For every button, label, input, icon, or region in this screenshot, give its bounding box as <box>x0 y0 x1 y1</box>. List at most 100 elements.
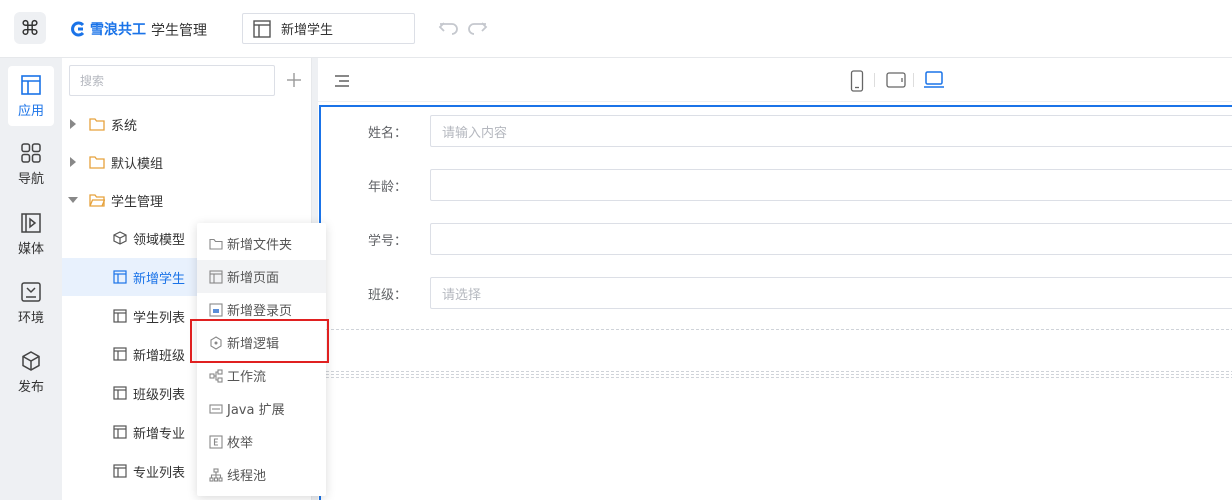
menu-item-new-folder[interactable]: 新增文件夹 <box>197 227 326 260</box>
name-input[interactable]: 请输入内容 <box>430 115 1232 147</box>
tablet-device-icon[interactable] <box>886 72 906 88</box>
redo-icon[interactable] <box>466 19 488 37</box>
app-layout-icon <box>21 74 41 95</box>
form-divider <box>321 371 1232 372</box>
field-label: 姓名： <box>367 125 407 141</box>
field-label: 班级： <box>367 287 407 303</box>
desktop-device-icon[interactable] <box>923 71 945 89</box>
rail-label: 导航 <box>17 171 44 187</box>
outline-menu-icon[interactable] <box>334 74 350 88</box>
page-icon <box>113 270 127 284</box>
menu-item-label: 新增页面 <box>227 271 280 286</box>
page-icon <box>113 386 127 400</box>
menu-item-label: 新增文件夹 <box>227 238 293 253</box>
page-tab-label: 新增学生 <box>281 23 334 38</box>
form-container[interactable]: 姓名： 请输入内容 年龄： 学号： 班级： 请选择 <box>319 105 1232 500</box>
menu-item-label: Java 扩展 <box>227 403 285 418</box>
java-icon <box>209 403 223 414</box>
tree-item-label: 班级列表 <box>133 387 186 403</box>
student-id-input[interactable] <box>430 223 1232 255</box>
command-icon: ⌘ <box>20 16 40 40</box>
rail-label: 应用 <box>17 103 44 119</box>
rail-item-nav[interactable]: 导航 <box>8 134 54 194</box>
tree-item-label: 新增学生 <box>133 271 186 287</box>
brand: 雪浪共工 <box>70 19 146 39</box>
tree-search-input[interactable] <box>69 65 275 96</box>
form-field-class: 班级： 请选择 <box>321 277 1232 309</box>
folder-icon <box>89 118 105 131</box>
rail-label: 发布 <box>17 379 44 395</box>
environment-icon <box>21 281 41 302</box>
rail-item-env[interactable]: 环境 <box>8 273 54 333</box>
form-field-name: 姓名： 请输入内容 <box>321 115 1232 147</box>
menu-item-label: 新增登录页 <box>227 304 293 319</box>
rail-label: 环境 <box>17 310 44 326</box>
add-resource-button[interactable] <box>284 70 304 90</box>
grid-icon <box>21 142 41 163</box>
enum-icon <box>209 434 223 449</box>
tree-item-label: 系统 <box>111 118 138 134</box>
plus-icon <box>287 73 301 87</box>
device-divider <box>913 73 914 87</box>
menu-item-label: 线程池 <box>227 469 267 484</box>
tree-item-label: 学生管理 <box>111 194 164 210</box>
menu-item-thread-pool[interactable]: 线程池 <box>197 458 326 491</box>
form-divider <box>321 374 1232 375</box>
workflow-icon <box>209 368 223 383</box>
page-icon <box>113 309 127 323</box>
form-divider <box>321 377 1232 378</box>
form-field-student-id: 学号： <box>321 223 1232 255</box>
caret-down-icon <box>68 197 78 203</box>
media-icon <box>21 212 41 233</box>
tree-folder-student-mgmt[interactable]: 学生管理 <box>62 181 312 219</box>
field-label: 学号： <box>367 233 407 249</box>
caret-right-icon <box>70 157 76 167</box>
menu-item-label: 枚举 <box>227 436 254 451</box>
menu-item-workflow[interactable]: 工作流 <box>197 359 326 392</box>
folder-icon <box>209 238 223 250</box>
form-field-age: 年龄： <box>321 169 1232 201</box>
page-layout-icon <box>253 19 271 38</box>
thread-pool-icon <box>209 467 223 482</box>
left-rail: 应用 导航 媒体 环境 发布 <box>0 58 62 500</box>
rail-item-publish[interactable]: 发布 <box>8 342 54 402</box>
undo-icon[interactable] <box>438 19 460 37</box>
caret-right-icon <box>70 119 76 129</box>
rail-item-media[interactable]: 媒体 <box>8 204 54 264</box>
tree-item-label: 新增班级 <box>133 348 186 364</box>
rail-item-app[interactable]: 应用 <box>8 66 54 126</box>
rail-label: 媒体 <box>17 241 44 257</box>
brand-name: 雪浪共工 <box>90 22 146 38</box>
canvas-toolbar <box>318 58 1232 102</box>
command-menu-button[interactable]: ⌘ <box>14 12 46 44</box>
field-label: 年龄： <box>367 179 407 195</box>
tree-folder-default-module[interactable]: 默认模组 <box>62 143 312 181</box>
menu-item-new-page[interactable]: 新增页面 <box>197 260 326 293</box>
annotation-highlight-box <box>190 319 329 363</box>
publish-cube-icon <box>22 350 40 371</box>
page-icon <box>209 269 223 284</box>
design-canvas: 姓名： 请输入内容 年龄： 学号： 班级： 请选择 <box>318 58 1232 500</box>
form-divider <box>321 329 1232 330</box>
age-input[interactable] <box>430 169 1232 201</box>
folder-icon <box>89 156 105 169</box>
tree-item-label: 领域模型 <box>133 232 186 248</box>
app-name: 学生管理 <box>151 23 207 39</box>
page-icon <box>113 425 127 439</box>
device-divider <box>874 73 875 87</box>
tree-item-label: 学生列表 <box>133 310 186 326</box>
class-select[interactable]: 请选择 <box>430 277 1232 309</box>
login-page-icon <box>209 302 223 317</box>
brand-logo-icon <box>71 21 85 37</box>
tree-item-label: 专业列表 <box>133 465 186 481</box>
menu-item-java-extension[interactable]: Java 扩展 <box>197 392 326 425</box>
menu-item-label: 工作流 <box>227 370 267 385</box>
cube-icon <box>113 231 127 245</box>
current-page-tab[interactable]: 新增学生 <box>242 13 415 44</box>
tree-item-label: 新增专业 <box>133 426 186 442</box>
menu-item-enum[interactable]: 枚举 <box>197 425 326 458</box>
mobile-device-icon[interactable] <box>850 70 864 92</box>
tree-folder-system[interactable]: 系统 <box>62 105 312 143</box>
tree-item-label: 默认模组 <box>111 156 164 172</box>
page-icon <box>113 464 127 478</box>
